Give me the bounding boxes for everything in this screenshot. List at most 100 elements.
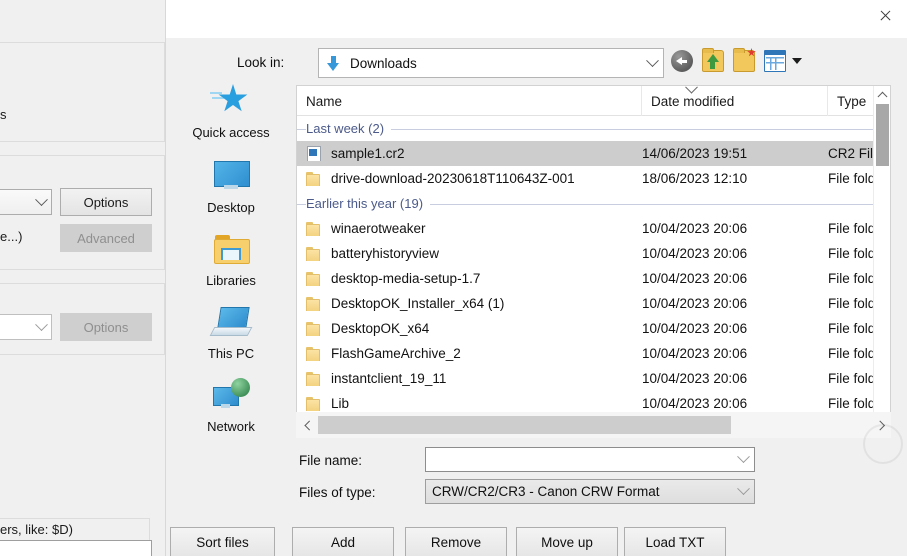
bg-fragment-text-1: s bbox=[0, 107, 7, 122]
bg-advanced-button[interactable]: Advanced bbox=[60, 224, 152, 252]
row-date-cell: 10/04/2023 20:06 bbox=[641, 346, 827, 361]
row-name-cell: Lib bbox=[297, 396, 641, 411]
bg-options-button-1[interactable]: Options bbox=[60, 188, 152, 216]
sidebar-item-desktop[interactable]: Desktop bbox=[166, 157, 296, 215]
table-row[interactable]: batteryhistoryview 10/04/2023 20:06 File… bbox=[297, 241, 890, 266]
action-bar: Sort files Add Remove Move up Load TXT bbox=[166, 527, 907, 556]
row-name-text: Lib bbox=[331, 396, 349, 411]
folder-icon bbox=[306, 321, 322, 336]
view-menu-icon[interactable] bbox=[764, 50, 786, 72]
horizontal-scrollbar[interactable] bbox=[296, 412, 891, 438]
vertical-scrollbar-thumb[interactable] bbox=[876, 104, 889, 166]
table-row[interactable]: drive-download-20230618T110643Z-001 18/0… bbox=[297, 166, 890, 191]
sidebar-item-libraries[interactable]: Libraries bbox=[166, 230, 296, 288]
sort-files-button[interactable]: Sort files bbox=[170, 527, 275, 556]
bg-fragment-text-2: e...) bbox=[0, 229, 22, 244]
image-file-icon bbox=[306, 146, 322, 161]
up-folder-icon[interactable] bbox=[702, 50, 724, 72]
row-name-text: DesktopOK_Installer_x64 (1) bbox=[331, 296, 504, 311]
table-row[interactable]: winaerotweaker 10/04/2023 20:06 File fol… bbox=[297, 216, 890, 241]
places-sidebar: Quick access Desktop Libraries This PC N… bbox=[166, 82, 296, 442]
chevron-left-icon bbox=[304, 420, 314, 430]
row-date-cell: 10/04/2023 20:06 bbox=[641, 321, 827, 336]
folder-icon bbox=[306, 371, 322, 386]
close-button[interactable] bbox=[862, 0, 907, 30]
folder-icon bbox=[306, 346, 322, 361]
sidebar-item-label: Libraries bbox=[206, 273, 256, 288]
sort-descending-icon bbox=[687, 87, 696, 92]
sidebar-item-label: Desktop bbox=[207, 200, 255, 215]
table-row[interactable]: DesktopOK_Installer_x64 (1) 10/04/2023 2… bbox=[297, 291, 890, 316]
lookin-combobox[interactable]: Downloads bbox=[318, 48, 664, 78]
row-name-text: instantclient_19_11 bbox=[331, 371, 446, 386]
row-date-cell: 14/06/2023 19:51 bbox=[641, 146, 827, 161]
row-name-cell: FlashGameArchive_2 bbox=[297, 346, 641, 361]
group-header-last-week[interactable]: Last week (2) bbox=[297, 116, 890, 141]
dialog-toolbar bbox=[671, 50, 802, 72]
sidebar-item-this-pc[interactable]: This PC bbox=[166, 303, 296, 361]
column-header-name[interactable]: Name bbox=[297, 86, 641, 116]
chevron-down-icon bbox=[646, 54, 659, 67]
screen: s e...) ers, like: $D) Options Advanced … bbox=[0, 0, 907, 556]
file-open-dialog: Look in: Downloads Quick access Deskto bbox=[165, 0, 907, 556]
sidebar-item-label: Quick access bbox=[192, 125, 269, 140]
row-name-text: winaerotweaker bbox=[331, 221, 426, 236]
row-name-cell: sample1.cr2 bbox=[297, 146, 641, 161]
scroll-up-button[interactable] bbox=[874, 86, 891, 103]
chevron-down-icon bbox=[737, 482, 750, 495]
laptop-icon bbox=[210, 303, 252, 341]
bg-fragment-text-3: ers, like: $D) bbox=[0, 522, 73, 537]
row-date-cell: 10/04/2023 20:06 bbox=[641, 221, 827, 236]
chevron-down-icon[interactable] bbox=[737, 450, 750, 463]
scroll-left-button[interactable] bbox=[296, 412, 316, 438]
file-name-input[interactable] bbox=[425, 447, 755, 472]
files-of-type-label: Files of type: bbox=[299, 485, 376, 500]
remove-button[interactable]: Remove bbox=[405, 527, 507, 556]
vertical-scrollbar[interactable] bbox=[873, 86, 890, 436]
sidebar-item-quick-access[interactable]: Quick access bbox=[166, 82, 296, 140]
libraries-folder-icon bbox=[210, 230, 252, 268]
group-label: Earlier this year (19) bbox=[306, 196, 430, 211]
bg-groupbox-1 bbox=[0, 42, 165, 142]
bg-text-input[interactable] bbox=[0, 540, 152, 556]
row-name-cell: instantclient_19_11 bbox=[297, 371, 641, 386]
row-date-cell: 10/04/2023 20:06 bbox=[641, 371, 827, 386]
row-date-cell: 10/04/2023 20:06 bbox=[641, 271, 827, 286]
file-name-label: File name: bbox=[299, 453, 362, 468]
folder-icon bbox=[306, 396, 322, 411]
row-name-text: batteryhistoryview bbox=[331, 246, 439, 261]
folder-icon bbox=[306, 246, 322, 261]
files-of-type-select[interactable]: CRW/CR2/CR3 - Canon CRW Format bbox=[425, 479, 755, 504]
load-txt-button[interactable]: Load TXT bbox=[624, 527, 726, 556]
bg-combobox-1[interactable] bbox=[0, 189, 52, 215]
table-row[interactable]: instantclient_19_11 10/04/2023 20:06 Fil… bbox=[297, 366, 890, 391]
row-date-cell: 10/04/2023 20:06 bbox=[641, 246, 827, 261]
sidebar-item-label: This PC bbox=[208, 346, 254, 361]
bg-combobox-2[interactable] bbox=[0, 314, 52, 340]
back-icon[interactable] bbox=[671, 50, 693, 72]
group-header-earlier-this-year[interactable]: Earlier this year (19) bbox=[297, 191, 890, 216]
table-row[interactable]: sample1.cr2 14/06/2023 19:51 CR2 File bbox=[297, 141, 890, 166]
table-row[interactable]: FlashGameArchive_2 10/04/2023 20:06 File… bbox=[297, 341, 890, 366]
close-icon bbox=[879, 9, 892, 22]
horizontal-scrollbar-thumb[interactable] bbox=[318, 416, 731, 434]
table-row[interactable]: DesktopOK_x64 10/04/2023 20:06 File fold bbox=[297, 316, 890, 341]
row-name-text: sample1.cr2 bbox=[331, 146, 405, 161]
sidebar-item-network[interactable]: Network bbox=[166, 376, 296, 434]
horizontal-scrollbar-track[interactable] bbox=[316, 412, 871, 438]
add-button[interactable]: Add bbox=[292, 527, 394, 556]
row-name-text: DesktopOK_x64 bbox=[331, 321, 429, 336]
column-header-date-modified[interactable]: Date modified bbox=[641, 86, 827, 116]
chevron-down-icon[interactable] bbox=[792, 58, 802, 64]
bg-options-button-2[interactable]: Options bbox=[60, 313, 152, 341]
lookin-value: Downloads bbox=[350, 56, 417, 71]
star-icon bbox=[210, 82, 252, 120]
file-rows: Last week (2) sample1.cr2 14/06/2023 19:… bbox=[297, 116, 890, 436]
column-header: Name Date modified Type bbox=[297, 86, 890, 116]
new-folder-icon[interactable] bbox=[733, 50, 755, 72]
table-row[interactable]: desktop-media-setup-1.7 10/04/2023 20:06… bbox=[297, 266, 890, 291]
row-name-cell: DesktopOK_Installer_x64 (1) bbox=[297, 296, 641, 311]
chevron-down-icon bbox=[35, 193, 48, 206]
move-up-button[interactable]: Move up bbox=[516, 527, 618, 556]
chevron-down-icon bbox=[35, 318, 48, 331]
